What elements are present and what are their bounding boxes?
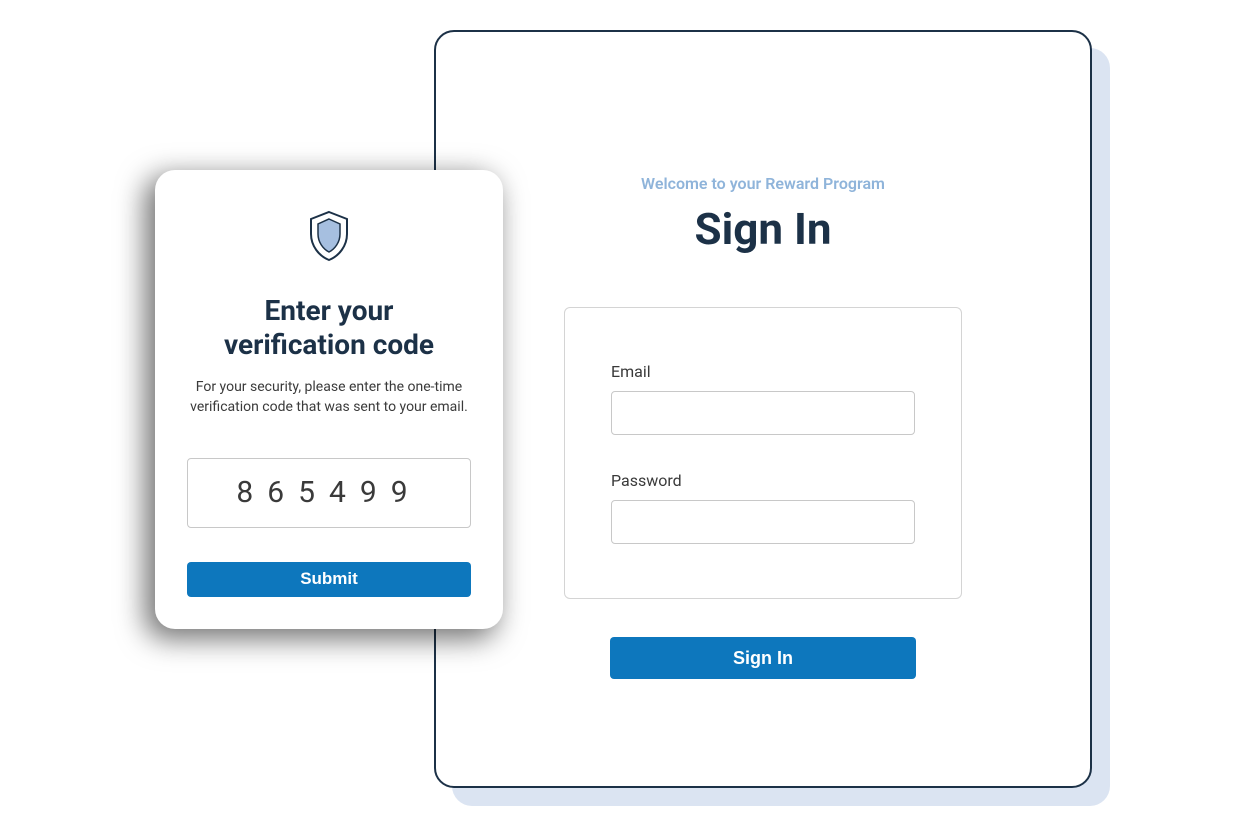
verification-card: Enter your verification code For your se… <box>155 170 503 629</box>
verification-title: Enter your verification code <box>224 294 434 361</box>
submit-button[interactable]: Submit <box>187 562 471 597</box>
password-field[interactable] <box>611 500 915 544</box>
signin-button[interactable]: Sign In <box>610 637 916 679</box>
shield-icon <box>307 210 351 266</box>
welcome-text: Welcome to your Reward Program <box>641 174 885 193</box>
signin-title: Sign In <box>694 203 831 255</box>
email-label: Email <box>611 362 915 381</box>
password-label: Password <box>611 471 915 490</box>
verification-description: For your security, please enter the one-… <box>187 377 471 418</box>
email-field[interactable] <box>611 391 915 435</box>
verification-code-input[interactable] <box>187 458 471 528</box>
signin-form: Email Password <box>564 307 962 599</box>
verification-title-line1: Enter your <box>265 294 394 327</box>
verification-title-line2: verification code <box>224 328 434 361</box>
signin-card: Welcome to your Reward Program Sign In E… <box>434 30 1092 788</box>
